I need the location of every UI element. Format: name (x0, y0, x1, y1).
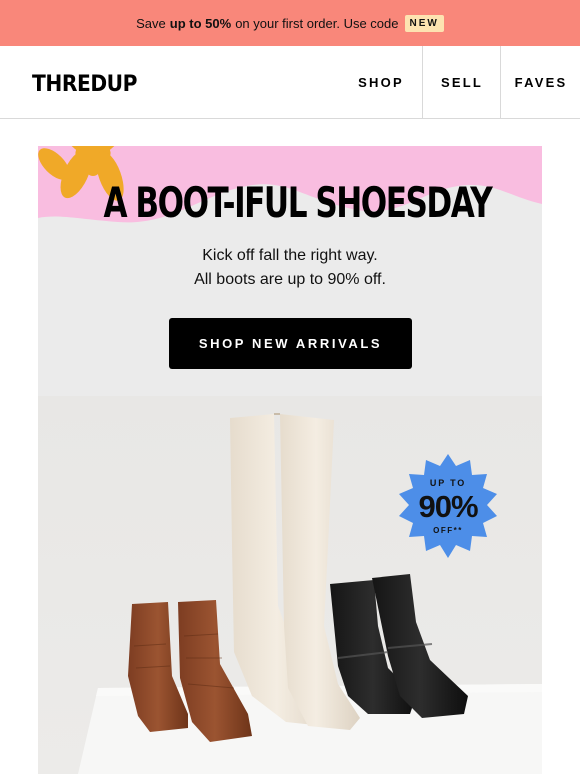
hero-subline-1: Kick off fall the right way. (202, 247, 378, 264)
badge-off: OFF** (433, 526, 463, 535)
shop-new-arrivals-button[interactable]: SHOP NEW ARRIVALS (169, 318, 412, 369)
badge-up-to: UP TO (429, 478, 467, 488)
hero-subline-2: All boots are up to 90% off. (194, 271, 386, 288)
nav-shop-link[interactable]: SHOP (340, 46, 422, 118)
promo-prefix: Save (136, 15, 166, 31)
thredup-logo[interactable]: THREDUP (32, 72, 137, 97)
promo-banner: Save up to 50% on your first order. Use … (0, 0, 580, 46)
promo-highlight: up to 50% (169, 15, 232, 31)
promo-code-badge: NEW (404, 14, 444, 32)
hero-headline: A BOOT-IFUL SHOESDAY (103, 178, 493, 227)
hero-section: A BOOT-IFUL SHOESDAY Kick off fall the r… (38, 146, 542, 774)
badge-percent: 90% (418, 489, 478, 524)
nav-sell-link[interactable]: SELL (422, 46, 501, 118)
nav-faves-link[interactable]: FAVES (500, 46, 580, 118)
promo-suffix: on your first order. Use code (235, 15, 399, 31)
